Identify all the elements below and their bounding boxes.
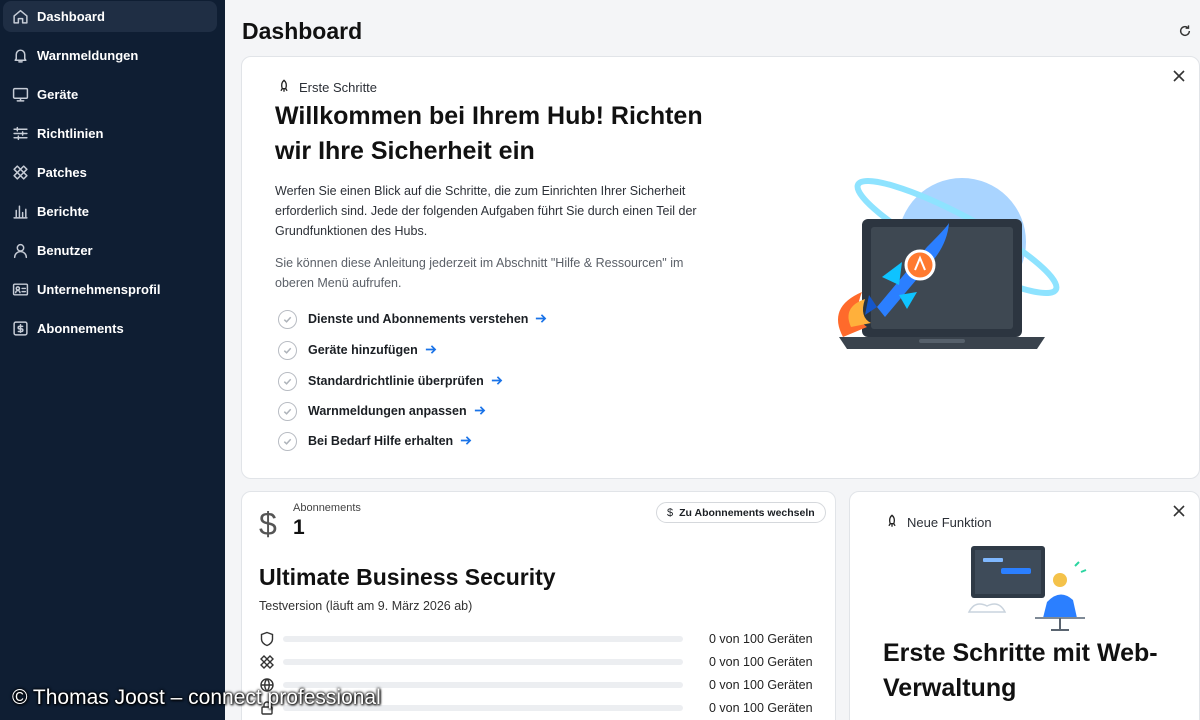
step-label: Dienste und Abonnements verstehen: [308, 312, 529, 326]
eyebrow-text: Erste Schritte: [299, 80, 378, 95]
refresh-button[interactable]: [1178, 24, 1194, 40]
sidebar-item-label: Warnmeldungen: [37, 48, 139, 63]
sidebar-item-patches[interactable]: Patches: [3, 157, 217, 188]
check-circle-icon: [278, 401, 297, 421]
sidebar-item-richtlinien[interactable]: Richtlinien: [3, 118, 217, 149]
welcome-intro: Werfen Sie einen Blick auf die Schritte,…: [275, 184, 697, 238]
sidebar: Dashboard Warnmeldungen Geräte Richtlini…: [0, 0, 225, 720]
page-title: Dashboard: [242, 18, 363, 44]
arrow-right-icon: [473, 404, 487, 418]
getting-started-card: Erste Schritte Willkommen bei Ihrem Hub!…: [241, 56, 1200, 479]
sidebar-item-label: Benutzer: [37, 243, 93, 258]
step-devices[interactable]: Geräte hinzufügen: [278, 339, 438, 361]
close-icon: [1172, 505, 1186, 522]
sidebar-item-benutzer[interactable]: Benutzer: [3, 235, 217, 266]
arrow-right-icon: [424, 343, 438, 357]
sidebar-item-label: Richtlinien: [37, 126, 104, 141]
sidebar-item-geraete[interactable]: Geräte: [3, 79, 217, 110]
sidebar-item-label: Geräte: [37, 87, 79, 102]
bell-icon: [3, 47, 37, 64]
subscription-count: 1: [293, 516, 305, 539]
shield-icon: [259, 631, 275, 647]
plan-title: Ultimate Business Security: [259, 564, 556, 590]
feature-title: Erste Schritte mit Web-Verwaltung: [883, 639, 1158, 702]
usage-bar: [283, 636, 683, 642]
bar-chart-icon: [3, 203, 37, 220]
step-label: Geräte hinzufügen: [308, 343, 418, 357]
id-card-icon: [3, 281, 37, 298]
home-icon: [3, 8, 37, 25]
step-policy[interactable]: Standardrichtlinie überprüfen: [278, 370, 504, 392]
usage-row-patch: 0 von 100 Geräten: [259, 652, 819, 672]
close-welcome-button[interactable]: [1172, 69, 1190, 87]
sidebar-item-abonnements[interactable]: Abonnements: [3, 313, 217, 344]
check-circle-icon: [278, 371, 297, 391]
rocket-icon: [277, 79, 299, 96]
step-label: Bei Bedarf Hilfe erhalten: [308, 434, 454, 448]
new-feature-eyebrow: Neue Funktion: [885, 514, 992, 531]
usage-count: 0 von 100 Geräten: [709, 701, 813, 715]
close-icon: [1172, 70, 1186, 87]
sliders-icon: [3, 125, 37, 142]
eyebrow-text: Neue Funktion: [907, 515, 992, 530]
step-alerts[interactable]: Warnmeldungen anpassen: [278, 400, 487, 422]
usage-count: 0 von 100 Geräten: [709, 655, 813, 669]
check-circle-icon: [278, 431, 297, 451]
arrow-right-icon: [490, 374, 504, 388]
sidebar-item-label: Abonnements: [37, 321, 124, 336]
plan-status: Testversion (läuft am 9. März 2026 ab): [259, 599, 473, 613]
copyright-watermark: © Thomas Joost – connect professional: [12, 686, 381, 709]
sidebar-item-unternehmensprofil[interactable]: Unternehmensprofil: [3, 274, 217, 305]
sidebar-item-berichte[interactable]: Berichte: [3, 196, 217, 227]
getting-started-eyebrow: Erste Schritte: [277, 79, 377, 96]
check-circle-icon: [278, 309, 297, 329]
rocket-laptop-illustration: [837, 177, 1060, 349]
sidebar-item-dashboard[interactable]: Dashboard: [3, 1, 217, 32]
dollar-small-icon: $: [667, 506, 674, 519]
sidebar-item-label: Berichte: [37, 204, 90, 219]
monitor-icon: [3, 86, 37, 103]
usage-row-shield: 0 von 100 Geräten: [259, 629, 819, 649]
patch-icon: [259, 654, 275, 670]
sidebar-item-label: Patches: [37, 165, 87, 180]
usage-count: 0 von 100 Geräten: [709, 678, 813, 692]
close-feature-button[interactable]: [1172, 504, 1190, 522]
web-management-illustration: [967, 546, 1087, 631]
subscription-label: Abonnements: [293, 502, 361, 514]
sidebar-item-label: Unternehmensprofil: [37, 282, 161, 297]
rocket-icon: [885, 514, 907, 531]
usage-bar: [283, 659, 683, 665]
welcome-help-note: Sie können diese Anleitung jederzeit im …: [275, 256, 684, 290]
sidebar-item-warnmeldungen[interactable]: Warnmeldungen: [3, 40, 217, 71]
arrow-right-icon: [534, 312, 548, 326]
user-icon: [3, 242, 37, 259]
usage-count: 0 von 100 Geräten: [709, 632, 813, 646]
patch-icon: [3, 164, 37, 181]
switch-button-label: Zu Abonnements wechseln: [679, 506, 815, 519]
switch-to-subscriptions-button[interactable]: $ Zu Abonnements wechseln: [656, 502, 826, 523]
subscription-icon: [3, 320, 37, 337]
refresh-icon: [1178, 25, 1192, 42]
check-circle-icon: [278, 340, 297, 360]
step-services[interactable]: Dienste und Abonnements verstehen: [278, 308, 548, 330]
step-label: Warnmeldungen anpassen: [308, 404, 467, 418]
welcome-title: Willkommen bei Ihrem Hub! Richten wir Ih…: [275, 102, 703, 165]
step-help[interactable]: Bei Bedarf Hilfe erhalten: [278, 430, 473, 452]
sidebar-item-label: Dashboard: [37, 9, 105, 24]
dollar-icon: $: [259, 506, 277, 542]
new-feature-card: Neue Funktion Erste Schritte mit Web-Ver…: [849, 491, 1200, 720]
arrow-right-icon: [459, 434, 473, 448]
step-label: Standardrichtlinie überprüfen: [308, 374, 484, 388]
